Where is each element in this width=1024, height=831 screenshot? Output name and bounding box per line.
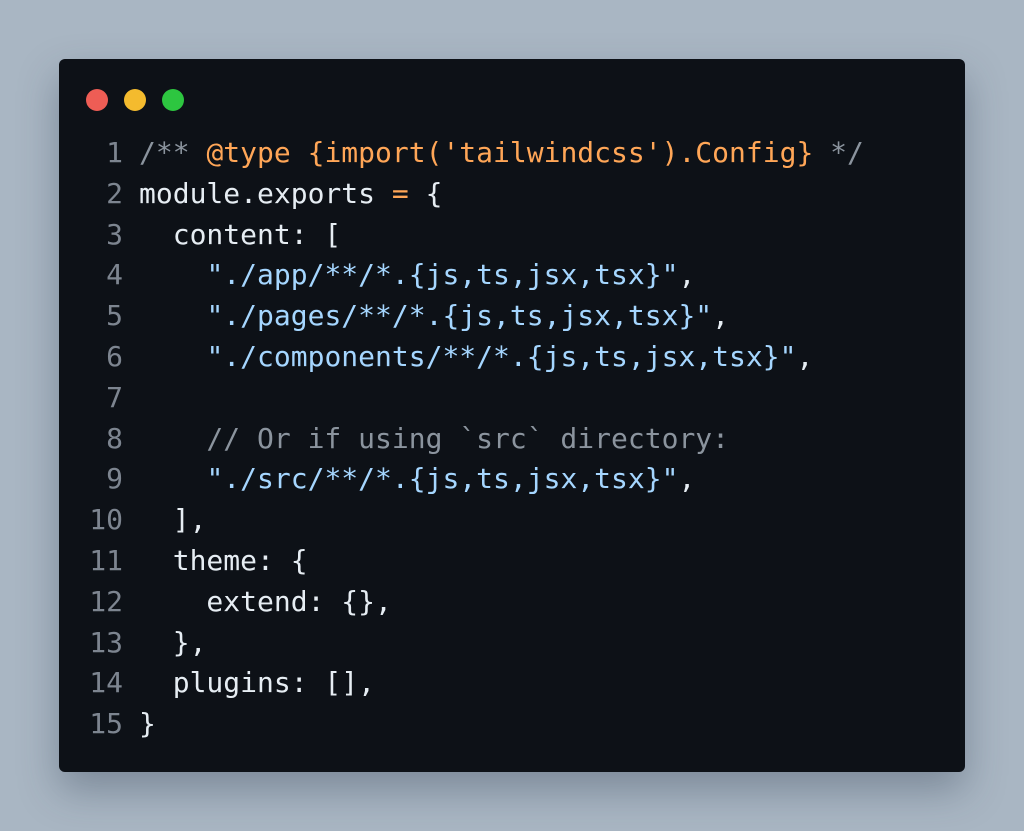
code-text: // Or if using `src` directory:	[139, 419, 729, 460]
line-number: 3	[106, 217, 123, 251]
code-token-string: "./pages/**/*.{js,ts,jsx,tsx}"	[206, 299, 713, 333]
code-text: "./app/**/*.{js,ts,jsx,tsx}",	[139, 255, 695, 296]
code-text: extend: {},	[139, 582, 392, 623]
line-number: 10	[89, 503, 123, 537]
code-token-string: "./components/**/*.{js,ts,jsx,tsx}"	[206, 339, 797, 373]
code-text: "./pages/**/*.{js,ts,jsx,tsx}",	[139, 296, 729, 337]
code-token-comment: // Or if using `src` directory:	[139, 421, 730, 455]
code-line: 5 "./pages/**/*.{js,ts,jsx,tsx}",	[59, 296, 965, 337]
code-text: "./components/**/*.{js,ts,jsx,tsx}",	[139, 337, 813, 378]
code-token-plain: ,	[796, 339, 814, 373]
code-text: theme: {	[139, 541, 308, 582]
code-token-plain: ,	[678, 258, 696, 292]
line-number: 5	[106, 299, 123, 333]
code-text: "./src/**/*.{js,ts,jsx,tsx}",	[139, 459, 695, 500]
code-line: 8 // Or if using `src` directory:	[59, 419, 965, 460]
code-text: }	[139, 704, 156, 745]
code-line: 13 },	[59, 623, 965, 664]
code-token-keyword: =	[391, 176, 409, 210]
code-text: plugins: [],	[139, 663, 375, 704]
code-token-keyword: @type {import('tailwindcss').Config}	[206, 136, 814, 169]
code-line: 1 /** @type {import('tailwindcss').Config…	[59, 133, 965, 174]
line-number: 4	[106, 258, 123, 292]
code-token-plain: module.exports	[139, 176, 392, 210]
code-line: 12 extend: {},	[59, 582, 965, 623]
code-token-string: "./app/**/*.{js,ts,jsx,tsx}"	[206, 258, 679, 292]
code-line: 2 module.exports = {	[59, 174, 965, 215]
code-token-string: "./src/**/*.{js,ts,jsx,tsx}"	[206, 462, 679, 496]
line-number: 8	[106, 421, 123, 455]
code-line: 11 theme: {	[59, 541, 965, 582]
code-token-plain: plugins: [],	[139, 666, 376, 700]
line-number: 2	[106, 176, 123, 210]
code-token-plain: },	[139, 625, 207, 659]
line-number: 1	[106, 136, 123, 169]
code-text: content: [	[139, 215, 342, 256]
code-text: /** @type {import('tailwindcss').Config}…	[139, 133, 864, 174]
code-token-plain: ,	[678, 462, 696, 496]
line-number: 6	[106, 339, 123, 373]
code-line: 10 ],	[59, 500, 965, 541]
line-number: 7	[106, 380, 123, 414]
line-number: 11	[89, 543, 123, 577]
code-text: module.exports = {	[139, 174, 442, 215]
code-text: ],	[139, 500, 207, 541]
line-number: 14	[89, 666, 123, 700]
minimize-dot-icon[interactable]	[124, 89, 146, 111]
zoom-dot-icon[interactable]	[162, 89, 184, 111]
code-window: 1 /** @type {import('tailwindcss').Config…	[59, 59, 965, 772]
code-text: },	[139, 623, 207, 664]
code-token-plain: {	[408, 176, 443, 210]
code-line: 7	[59, 378, 965, 419]
line-number: 13	[89, 625, 123, 659]
code-token-plain: ,	[712, 299, 730, 333]
code-token-comment: */	[813, 136, 864, 169]
code-line: 6 "./components/**/*.{js,ts,jsx,tsx}",	[59, 337, 965, 378]
code-line: 9 "./src/**/*.{js,ts,jsx,tsx}",	[59, 459, 965, 500]
line-number: 9	[106, 462, 123, 496]
code-line: 14 plugins: [],	[59, 663, 965, 704]
close-dot-icon[interactable]	[86, 89, 108, 111]
code-line: 4 "./app/**/*.{js,ts,jsx,tsx}",	[59, 255, 965, 296]
line-number: 12	[89, 584, 123, 618]
code-token-plain: theme: {	[139, 543, 308, 577]
code-token-plain: extend: {},	[139, 584, 392, 618]
code-token-comment: /**	[139, 136, 207, 169]
code-token-plain: content: [	[139, 217, 342, 251]
code-line: 15}	[59, 704, 965, 745]
line-number: 15	[89, 707, 123, 741]
code-token-plain: }	[139, 707, 156, 741]
code-line: 3 content: [	[59, 215, 965, 256]
window-controls	[86, 89, 184, 111]
code-editor: 1 /** @type {import('tailwindcss').Config…	[59, 133, 965, 745]
code-token-plain: ],	[139, 503, 207, 537]
